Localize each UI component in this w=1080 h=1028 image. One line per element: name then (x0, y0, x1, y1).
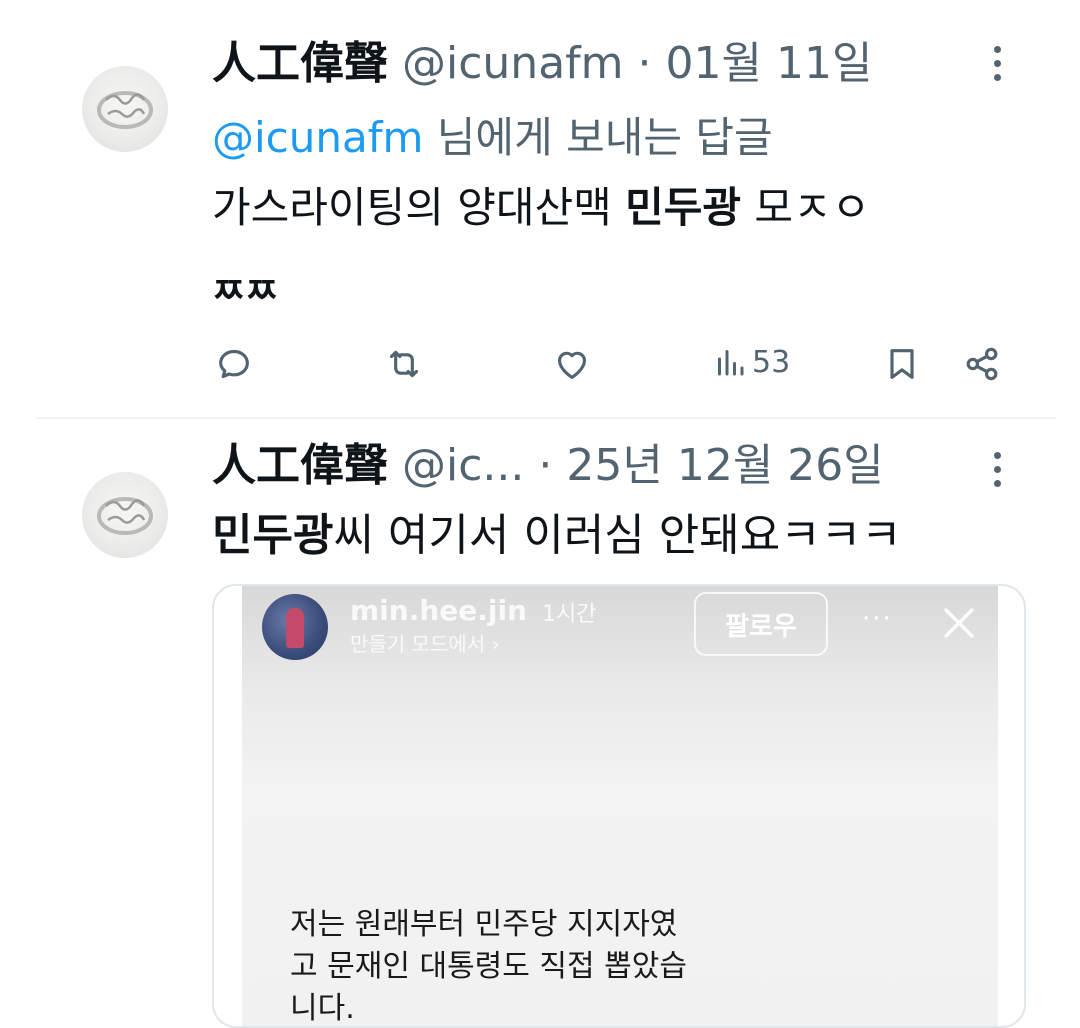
bookmark-button[interactable] (882, 344, 922, 384)
separator: · (538, 440, 553, 491)
media-attachment[interactable]: min.hee.jin 1시간 만들기 모드에서 › 팔로우 ··· 저는 원래… (212, 584, 1026, 1028)
story-more-icon: ··· (862, 604, 893, 634)
story-username: min.hee.jin (350, 594, 528, 627)
avatar[interactable] (82, 472, 168, 558)
story-text-line: 고 문재인 대통령도 직접 뽑았습 (290, 949, 687, 984)
story-text-line: 저는 원래부터 민주당 지지자였 (290, 907, 678, 942)
tweet-text-bold: 민두광 (212, 510, 334, 561)
tweet-actions: 53 (0, 344, 1080, 394)
handle[interactable]: @ic... (402, 440, 524, 491)
story-screenshot: min.hee.jin 1시간 만들기 모드에서 › 팔로우 ··· 저는 원래… (242, 586, 998, 1026)
story-follow-button: 팔로우 (694, 592, 828, 656)
more-options-icon[interactable] (990, 452, 1004, 487)
story-text: 저는 원래부터 민주당 지지자였 고 문재인 대통령도 직접 뽑았습 니다. (290, 904, 687, 1026)
tweet-text-prefix: 가스라이팅의 양대산맥 (212, 183, 626, 232)
close-icon (943, 607, 975, 639)
repost-icon (389, 350, 419, 378)
tweet-header: 人工偉聲 @icunafm · 01월 11일 (212, 38, 872, 90)
reply-button[interactable] (214, 344, 254, 384)
ring-logo-icon (97, 497, 153, 535)
story-avatar (262, 594, 328, 660)
share-button[interactable] (962, 344, 1002, 384)
story-time: 1시간 (542, 602, 597, 627)
share-icon (966, 347, 998, 381)
handle[interactable]: @icunafm (402, 38, 624, 89)
like-button[interactable] (552, 344, 592, 384)
tweet-text-line2: ㅉㅉ (212, 271, 279, 312)
reply-mention-link[interactable]: @icunafm (212, 113, 423, 162)
story-subtitle: 만들기 모드에서 › (350, 632, 500, 656)
timestamp[interactable]: 25년 12월 26일 (566, 440, 883, 491)
views-icon (718, 350, 744, 376)
repost-button[interactable] (384, 344, 424, 384)
avatar[interactable] (82, 66, 168, 152)
separator: · (637, 38, 652, 89)
tweet-text: 가스라이팅의 양대산맥 민두광 모ㅈㅇ (212, 178, 870, 238)
replying-to: @icunafm 님에게 보내는 답글 (212, 104, 773, 165)
tweet-text-suffix: 모ㅈㅇ (741, 183, 871, 232)
display-name[interactable]: 人工偉聲 (212, 38, 388, 89)
views-button[interactable]: 53 (712, 344, 790, 380)
tweet-header: 人工偉聲 @ic... · 25년 12월 26일 (212, 440, 884, 492)
display-name[interactable]: 人工偉聲 (212, 440, 388, 491)
reply-icon (219, 349, 249, 379)
tweet-text: 민두광씨 여기서 이러심 안돼요ㅋㅋㅋ (212, 508, 902, 564)
tweet-text-bold: 민두광 (625, 183, 742, 232)
ring-logo-icon (97, 91, 153, 129)
tweet-text-suffix: 씨 여기서 이러심 안돼요ㅋㅋㅋ (333, 510, 902, 561)
heart-icon (557, 351, 587, 379)
more-options-icon[interactable] (990, 46, 1004, 81)
timestamp[interactable]: 01월 11일 (666, 38, 873, 89)
views-count: 53 (752, 344, 791, 380)
bookmark-icon (890, 349, 914, 379)
reply-suffix: 님에게 보내는 답글 (436, 113, 773, 162)
divider (36, 417, 1056, 419)
story-text-line: 니다. (290, 991, 355, 1026)
